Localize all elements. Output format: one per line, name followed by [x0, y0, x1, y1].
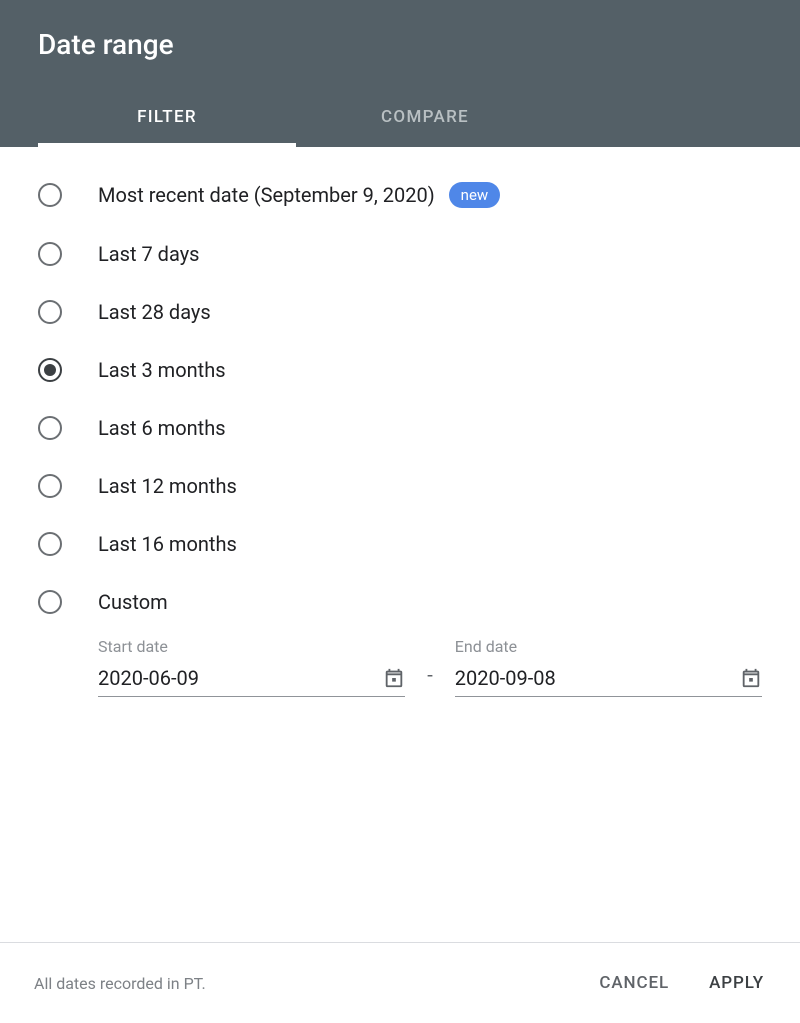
radio-icon: [38, 242, 62, 266]
apply-button[interactable]: APPLY: [707, 967, 766, 999]
option-label: Last 6 months: [98, 416, 226, 440]
start-date-input[interactable]: [98, 666, 383, 690]
option-most-recent[interactable]: Most recent date (September 9, 2020) new: [38, 165, 762, 225]
footer-actions: CANCEL APPLY: [597, 967, 766, 999]
radio-icon: [38, 474, 62, 498]
option-label: Most recent date (September 9, 2020): [98, 183, 435, 207]
option-last-12-months[interactable]: Last 12 months: [38, 457, 762, 515]
start-date-label: Start date: [98, 637, 405, 656]
options-panel: Most recent date (September 9, 2020) new…: [0, 147, 800, 942]
radio-icon: [38, 300, 62, 324]
option-label: Last 3 months: [98, 358, 226, 382]
new-badge: new: [449, 182, 501, 208]
radio-icon: [38, 183, 62, 207]
tabs: FILTER COMPARE: [0, 89, 800, 147]
radio-icon: [38, 358, 62, 382]
dialog-header: Date range FILTER COMPARE: [0, 0, 800, 147]
end-date-label: End date: [455, 637, 762, 656]
tab-filter[interactable]: FILTER: [38, 89, 296, 147]
start-date-field: Start date: [98, 637, 405, 697]
option-last-7-days[interactable]: Last 7 days: [38, 225, 762, 283]
calendar-icon[interactable]: [740, 667, 762, 689]
radio-icon: [38, 416, 62, 440]
calendar-icon[interactable]: [383, 667, 405, 689]
date-range-separator: -: [405, 663, 455, 697]
option-label: Last 7 days: [98, 242, 199, 266]
option-last-16-months[interactable]: Last 16 months: [38, 515, 762, 573]
option-label: Last 12 months: [98, 474, 237, 498]
cancel-button[interactable]: CANCEL: [597, 967, 671, 999]
option-label: Last 16 months: [98, 532, 237, 556]
radio-icon: [38, 590, 62, 614]
tab-compare[interactable]: COMPARE: [296, 89, 554, 147]
end-date-field: End date: [455, 637, 762, 697]
radio-icon: [38, 532, 62, 556]
end-date-input[interactable]: [455, 666, 740, 690]
option-last-3-months[interactable]: Last 3 months: [38, 341, 762, 399]
timezone-note: All dates recorded in PT.: [34, 974, 597, 993]
option-custom[interactable]: Custom: [38, 573, 762, 631]
option-last-28-days[interactable]: Last 28 days: [38, 283, 762, 341]
option-label: Last 28 days: [98, 300, 211, 324]
dialog-footer: All dates recorded in PT. CANCEL APPLY: [0, 942, 800, 1023]
option-label: Custom: [98, 590, 168, 614]
date-fields: Start date - End date: [98, 637, 762, 697]
dialog-title: Date range: [0, 28, 800, 89]
option-last-6-months[interactable]: Last 6 months: [38, 399, 762, 457]
